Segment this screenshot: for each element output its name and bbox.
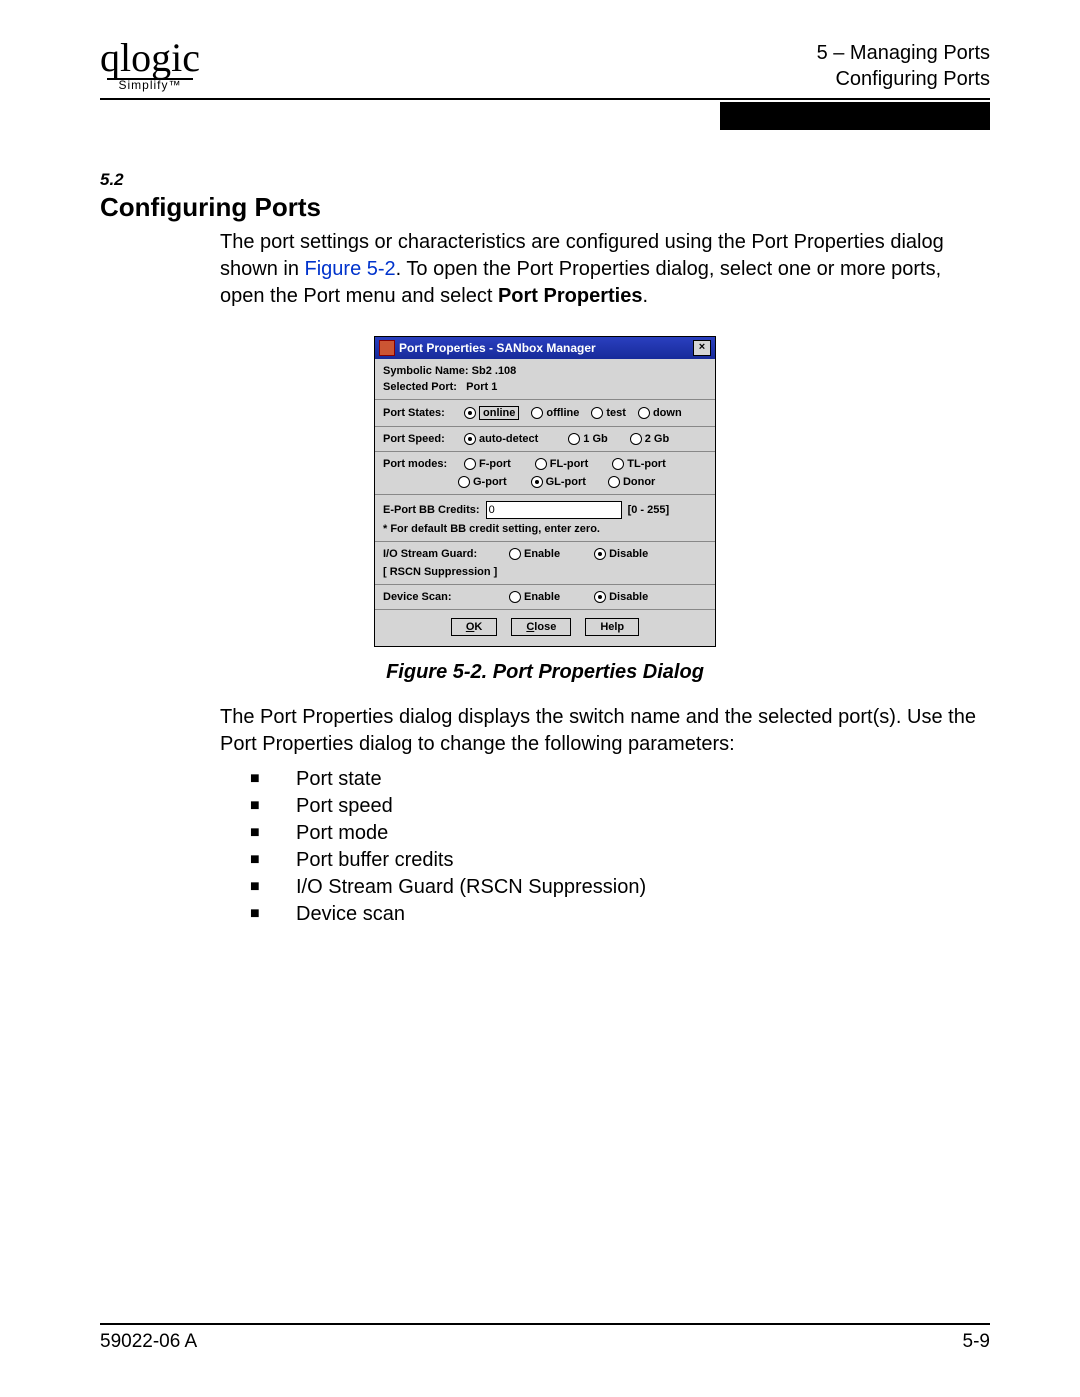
radio-test[interactable]: test bbox=[591, 407, 626, 419]
radio-g-port[interactable]: G-port bbox=[458, 476, 507, 488]
footer-page-number: 5-9 bbox=[963, 1331, 990, 1353]
list-item: Port buffer credits bbox=[250, 849, 990, 872]
port-states-row: Port States: online offline test down bbox=[383, 406, 707, 420]
footer-doc-id: 59022-06 A bbox=[100, 1331, 197, 1353]
dialog-app-icon bbox=[379, 340, 395, 356]
header-breadcrumb: 5 – Managing Ports Configuring Ports bbox=[817, 40, 990, 92]
radio-f-port[interactable]: F-port bbox=[464, 458, 511, 470]
menu-name: Port Properties bbox=[498, 285, 642, 307]
list-item: Device scan bbox=[250, 903, 990, 926]
ok-button[interactable]: OK bbox=[451, 618, 498, 636]
close-button[interactable]: Close bbox=[511, 618, 571, 636]
logo-tagline: Simplify™ bbox=[118, 78, 181, 92]
radio-auto-detect[interactable]: auto-detect bbox=[464, 433, 538, 445]
dialog-buttons: OK Close Help bbox=[383, 618, 707, 636]
port-speed-row: Port Speed: auto-detect 1 Gb 2 Gb bbox=[383, 433, 707, 445]
device-scan-label: Device Scan: bbox=[383, 591, 503, 603]
radio-scan-disable[interactable]: Disable bbox=[594, 591, 648, 603]
list-item: Port state bbox=[250, 768, 990, 791]
port-modes-row1: Port modes: F-port FL-port TL-port bbox=[383, 458, 707, 470]
port-modes-label: Port modes: bbox=[383, 458, 458, 470]
close-icon[interactable]: × bbox=[693, 340, 711, 356]
bb-credits-label: E-Port BB Credits: bbox=[383, 504, 480, 516]
figure-reference-link[interactable]: Figure 5-2 bbox=[305, 258, 396, 280]
figure-caption: Figure 5-2. Port Properties Dialog bbox=[100, 661, 990, 684]
port-speed-label: Port Speed: bbox=[383, 433, 458, 445]
selected-port-value: Port 1 bbox=[466, 381, 497, 393]
radio-online[interactable]: online bbox=[464, 406, 519, 420]
header-black-bar bbox=[720, 102, 990, 130]
dialog-titlebar: Port Properties - SANbox Manager × bbox=[375, 337, 715, 359]
radio-offline[interactable]: offline bbox=[531, 407, 579, 419]
bb-credits-note: * For default BB credit setting, enter z… bbox=[383, 523, 707, 535]
port-properties-dialog: Port Properties - SANbox Manager × Symbo… bbox=[374, 336, 716, 647]
section-number: 5.2 bbox=[100, 170, 990, 190]
list-item: Port mode bbox=[250, 822, 990, 845]
symbolic-name-value: Sb2 .108 bbox=[472, 365, 517, 377]
header-line2: Configuring Ports bbox=[817, 66, 990, 92]
intro-text-3: . bbox=[642, 285, 648, 307]
bb-credits-range: [0 - 255] bbox=[628, 504, 670, 516]
header-line1: 5 – Managing Ports bbox=[817, 40, 990, 66]
section-title: Configuring Ports bbox=[100, 192, 990, 223]
logo-text: qlogic bbox=[100, 40, 200, 76]
radio-down[interactable]: down bbox=[638, 407, 682, 419]
rscn-suppression-label: [ RSCN Suppression ] bbox=[383, 566, 707, 578]
io-stream-guard-label: I/O Stream Guard: bbox=[383, 548, 503, 560]
radio-gl-port[interactable]: GL-port bbox=[531, 476, 586, 488]
radio-tl-port[interactable]: TL-port bbox=[612, 458, 665, 470]
radio-scan-enable[interactable]: Enable bbox=[509, 591, 560, 603]
radio-io-enable[interactable]: Enable bbox=[509, 548, 560, 560]
port-modes-row2: G-port GL-port Donor bbox=[458, 476, 707, 488]
radio-donor[interactable]: Donor bbox=[608, 476, 655, 488]
selected-port-label: Selected Port: bbox=[383, 381, 457, 393]
io-stream-guard-row: I/O Stream Guard: Enable Disable bbox=[383, 548, 707, 560]
radio-fl-port[interactable]: FL-port bbox=[535, 458, 588, 470]
bb-credits-row: E-Port BB Credits: [0 - 255] bbox=[383, 501, 707, 519]
intro-paragraph: The port settings or characteristics are… bbox=[220, 229, 980, 310]
bb-credits-input[interactable] bbox=[486, 501, 622, 519]
logo: qlogic Simplify™ bbox=[100, 40, 200, 92]
symbolic-name-label: Symbolic Name: bbox=[383, 365, 469, 377]
help-button[interactable]: Help bbox=[585, 618, 639, 636]
paragraph-2: The Port Properties dialog displays the … bbox=[220, 704, 980, 758]
radio-io-disable[interactable]: Disable bbox=[594, 548, 648, 560]
page-footer: 59022-06 A 5-9 bbox=[100, 1323, 990, 1353]
list-item: I/O Stream Guard (RSCN Suppression) bbox=[250, 876, 990, 899]
list-item: Port speed bbox=[250, 795, 990, 818]
device-scan-row: Device Scan: Enable Disable bbox=[383, 591, 707, 603]
parameter-list: Port state Port speed Port mode Port buf… bbox=[250, 768, 990, 926]
port-states-label: Port States: bbox=[383, 407, 458, 419]
page-header: qlogic Simplify™ 5 – Managing Ports Conf… bbox=[100, 40, 990, 100]
dialog-title-text: Port Properties - SANbox Manager bbox=[399, 341, 596, 355]
radio-2gb[interactable]: 2 Gb bbox=[630, 433, 669, 445]
radio-1gb[interactable]: 1 Gb bbox=[568, 433, 607, 445]
selected-port-row: Selected Port: Port 1 bbox=[383, 381, 707, 393]
symbolic-name-row: Symbolic Name: Sb2 .108 bbox=[383, 365, 707, 377]
